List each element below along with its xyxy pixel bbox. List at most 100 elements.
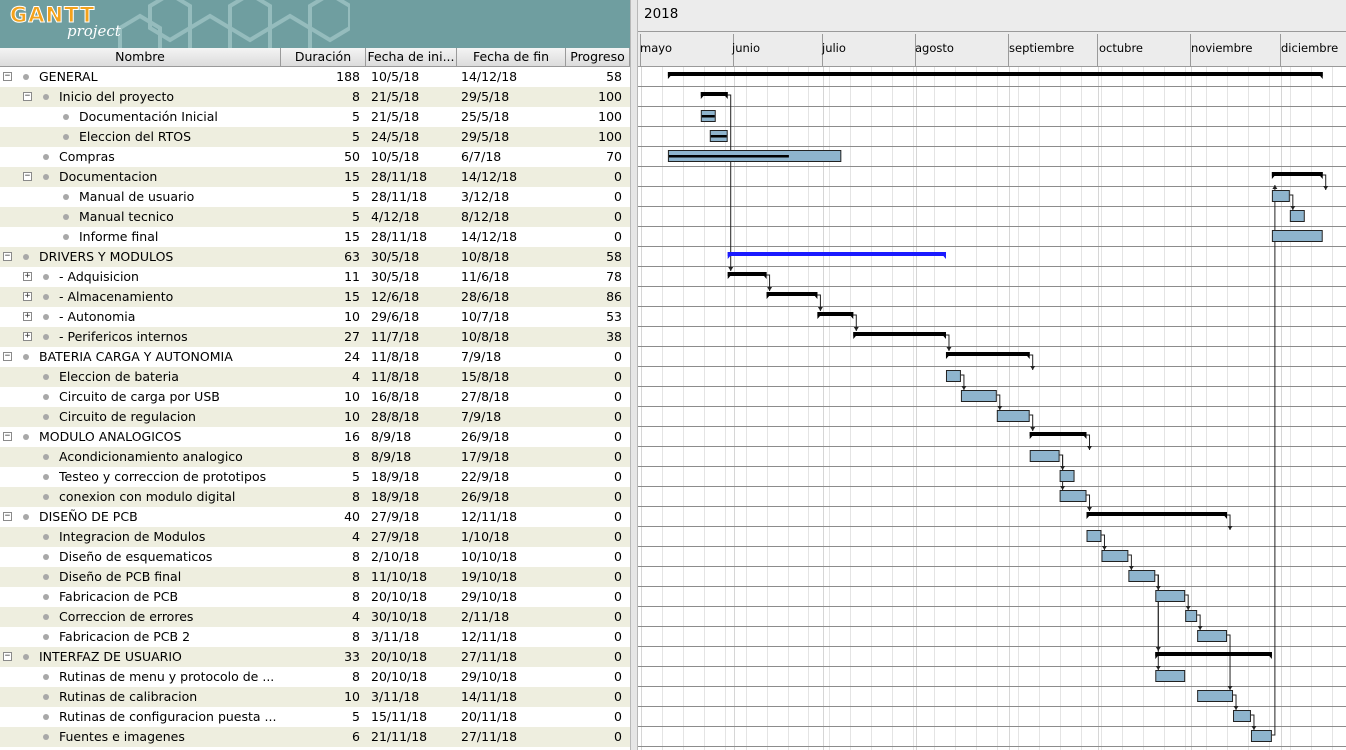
task-row[interactable]: Integracion de Modulos 4 27/9/18 1/10/18 0 [0,527,630,547]
task-bar[interactable] [1128,570,1156,582]
task-row[interactable]: − DRIVERS Y MODULOS 63 30/5/18 10/8/18 58 [0,247,630,267]
summary-bar[interactable] [853,332,946,336]
dependency-arrowhead-icon [817,307,823,311]
summary-bar[interactable] [1086,512,1228,516]
task-duration: 5 [352,129,360,144]
collapse-toggle-icon[interactable]: − [23,92,32,101]
task-tree-table: Nombre Duración Fecha de ini... Fecha de… [0,48,630,750]
task-row[interactable]: Testeo y correccion de prototipos 5 18/9/1… [0,467,630,487]
collapse-toggle-icon[interactable]: − [3,72,12,81]
task-row[interactable]: + - Perifericos internos 27 11/7/18 10/8/18 3… [0,327,630,347]
task-row[interactable]: Documentación Inicial 5 21/5/18 25/5/18 100 [0,107,630,127]
task-row[interactable]: Circuito de carga por USB 10 16/8/18 27/8/1… [0,387,630,407]
task-bar[interactable] [1271,230,1323,242]
task-row[interactable]: Fuentes e imagenes 6 21/11/18 27/11/18 0 [0,727,630,747]
task-row[interactable]: − Documentacion 15 28/11/18 14/12/18 0 [0,167,630,187]
task-row[interactable]: Fabricacion de PCB 8 20/10/18 29/10/18 0 [0,587,630,607]
task-progress: 0 [614,729,622,744]
task-row[interactable]: Correccion de errores 4 30/10/18 2/11/18 0 [0,607,630,627]
task-duration: 4 [352,369,360,384]
task-bullet-icon [23,654,29,660]
task-row[interactable]: Fabricacion de PCB 2 8 3/11/18 12/11/18 0 [0,627,630,647]
task-bar[interactable] [1029,450,1060,462]
task-row[interactable]: − INTERFAZ DE USUARIO 33 20/10/18 27/11/18 0 [0,647,630,667]
column-header-start[interactable]: Fecha de ini... [366,48,457,67]
collapse-toggle-icon[interactable]: − [3,252,12,261]
task-bar[interactable] [996,410,1030,422]
column-header-duration[interactable]: Duración [281,48,366,67]
task-duration: 50 [344,149,360,164]
task-bar[interactable] [960,390,997,402]
collapse-toggle-icon[interactable]: − [3,512,12,521]
task-row[interactable]: Compras 50 10/5/18 6/7/18 70 [0,147,630,167]
summary-bar[interactable] [1271,172,1323,176]
task-row[interactable]: − BATERIA CARGA Y AUTONOMIA 24 11/8/18 7/9/1… [0,347,630,367]
task-row[interactable]: Manual tecnico 5 4/12/18 8/12/18 0 [0,207,630,227]
task-row[interactable]: Rutinas de configuracion puesta ... 5 15/1… [0,707,630,727]
collapse-toggle-icon[interactable]: − [3,352,12,361]
collapse-toggle-icon[interactable]: − [3,432,12,441]
collapse-toggle-icon[interactable]: − [23,172,32,181]
task-row[interactable]: Rutinas de calibracion 10 3/11/18 14/11/18 0 [0,687,630,707]
summary-bar[interactable] [1029,432,1087,436]
dependency-arrowhead-icon [1087,446,1093,450]
task-row[interactable]: Manual de usuario 5 28/11/18 3/12/18 0 [0,187,630,207]
task-bar[interactable] [1155,590,1186,602]
task-bar[interactable] [1289,210,1305,222]
panel-splitter[interactable] [630,0,638,750]
task-bar[interactable] [1197,690,1234,702]
task-bullet-icon [43,674,49,680]
task-row[interactable]: Informe final 15 28/11/18 14/12/18 0 [0,227,630,247]
task-progress: 0 [614,429,622,444]
summary-bar[interactable] [1155,652,1272,656]
task-bar[interactable] [1250,730,1272,742]
task-row[interactable]: − Inicio del proyecto 8 21/5/18 29/5/18 100 [0,87,630,107]
task-progress: 0 [614,349,622,364]
summary-bar[interactable] [766,292,818,296]
task-duration: 8 [352,89,360,104]
task-bar[interactable] [945,370,961,382]
task-bar[interactable] [1086,530,1102,542]
column-header-end[interactable]: Fecha de fin [457,48,566,67]
task-row[interactable]: Acondicionamiento analogico 8 8/9/18 17/9/1… [0,447,630,467]
task-end-date: 20/11/18 [461,709,518,724]
task-row[interactable]: − GENERAL 188 10/5/18 14/12/18 58 [0,67,630,87]
task-row[interactable]: + - Adquisicion 11 30/5/18 11/6/18 78 [0,267,630,287]
dependency-arrow [1271,185,1276,736]
task-bar[interactable] [1185,610,1198,622]
task-bar[interactable] [1271,190,1290,202]
task-row[interactable]: conexion con modulo digital 8 18/9/18 26/9/… [0,487,630,507]
task-progress: 78 [606,269,622,284]
task-name: Compras [59,149,115,164]
task-bar[interactable] [1101,550,1129,562]
task-row[interactable]: Eleccion de bateria 4 11/8/18 15/8/18 0 [0,367,630,387]
task-row[interactable]: − MODULO ANALOGICOS 16 8/9/18 26/9/18 0 [0,427,630,447]
task-row[interactable]: Diseño de esquematicos 8 2/10/18 10/10/18 0 [0,547,630,567]
summary-bar[interactable] [667,72,1323,76]
summary-bar[interactable] [727,252,946,256]
column-header-progress[interactable]: Progreso [566,48,630,67]
task-bar[interactable] [1059,470,1075,482]
task-bar[interactable] [1197,630,1228,642]
task-bar[interactable] [1155,670,1186,682]
task-row[interactable]: + - Autonomia 10 29/6/18 10/7/18 53 [0,307,630,327]
task-row[interactable]: Circuito de regulacion 10 28/8/18 7/9/18 0 [0,407,630,427]
task-row[interactable]: Rutinas de menu y protocolo de ... 8 20/10… [0,667,630,687]
task-bar[interactable] [1059,490,1087,502]
collapse-toggle-icon[interactable]: − [3,652,12,661]
expand-toggle-icon[interactable]: + [23,292,32,301]
expand-toggle-icon[interactable]: + [23,332,32,341]
task-start-date: 28/11/18 [371,169,428,184]
summary-bar[interactable] [945,352,1030,356]
task-start-date: 20/10/18 [371,669,428,684]
task-row[interactable]: − DISEÑO DE PCB 40 27/9/18 12/11/18 0 [0,507,630,527]
task-row[interactable]: Eleccion del RTOS 5 24/5/18 29/5/18 100 [0,127,630,147]
expand-toggle-icon[interactable]: + [23,312,32,321]
summary-bar[interactable] [727,272,767,276]
task-bar[interactable] [1233,710,1251,722]
expand-toggle-icon[interactable]: + [23,272,32,281]
task-name: INTERFAZ DE USUARIO [39,649,182,664]
task-row[interactable]: Diseño de PCB final 8 11/10/18 19/10/18 0 [0,567,630,587]
task-row[interactable]: + - Almacenamiento 15 12/6/18 28/6/18 86 [0,287,630,307]
column-header-name[interactable]: Nombre [0,48,281,67]
